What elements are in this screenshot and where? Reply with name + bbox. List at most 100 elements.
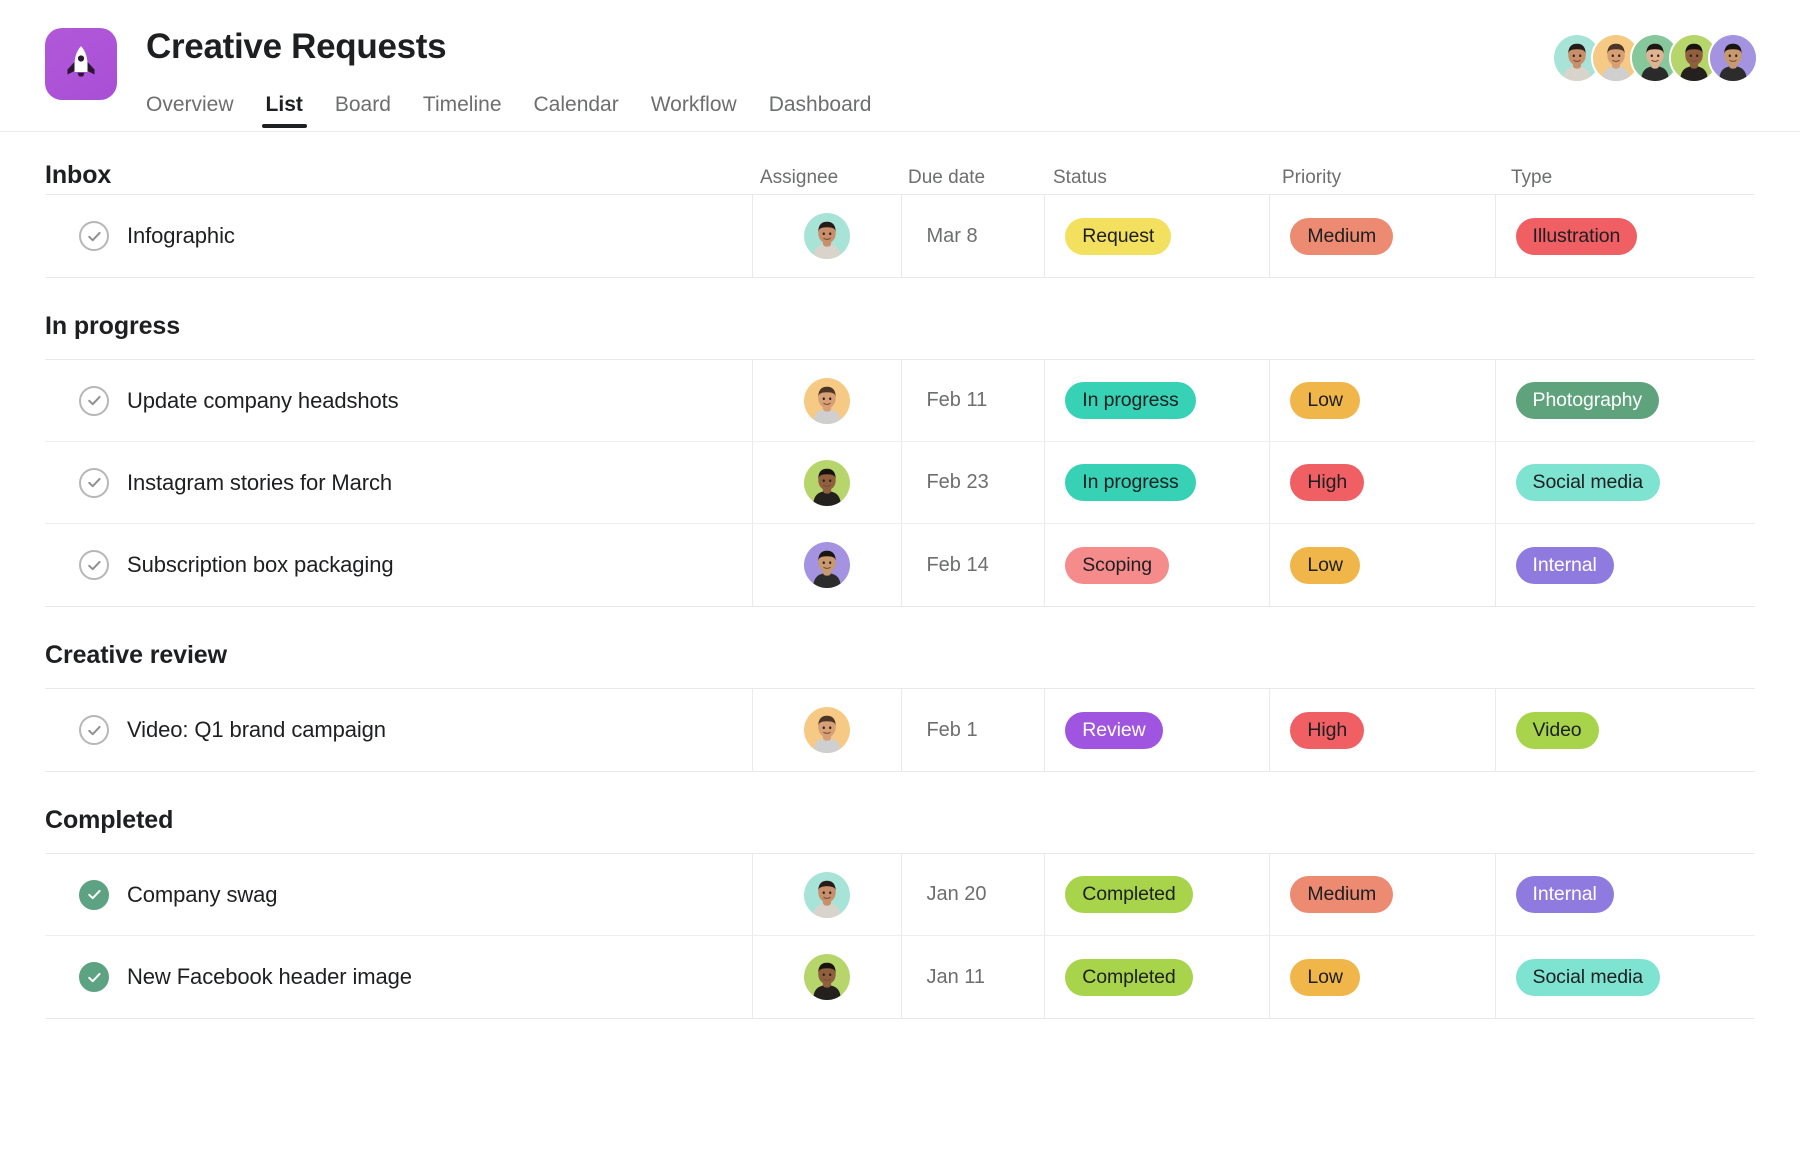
assignee-cell[interactable] [753,936,902,1018]
due-date-cell[interactable]: Feb 11 [902,360,1045,441]
avatar[interactable] [804,954,850,1000]
task-checkbox[interactable] [79,386,109,416]
project-logo[interactable] [45,28,117,100]
task-name[interactable]: Update company headshots [127,388,399,414]
priority-cell[interactable]: Medium [1270,195,1495,277]
priority-badge[interactable]: Low [1290,382,1359,419]
priority-badge[interactable]: High [1290,464,1364,501]
section-title[interactable]: In progress [45,278,1755,359]
task-checkbox-checked[interactable] [79,962,109,992]
due-date-cell[interactable]: Feb 23 [902,442,1045,523]
avatar[interactable] [804,213,850,259]
type-cell[interactable]: Internal [1496,854,1755,935]
task-checkbox[interactable] [79,550,109,580]
type-cell[interactable]: Video [1496,689,1755,771]
priority-cell[interactable]: Low [1270,524,1495,606]
status-badge[interactable]: Review [1065,712,1162,749]
table-row[interactable]: Update company headshots Feb 11 In progre… [45,360,1755,442]
due-date-cell[interactable]: Jan 11 [902,936,1045,1018]
task-cell[interactable]: Company swag [45,854,753,935]
status-badge[interactable]: Request [1065,218,1171,255]
type-badge[interactable]: Photography [1516,382,1659,419]
status-cell[interactable]: In progress [1045,442,1270,523]
type-badge[interactable]: Illustration [1516,218,1638,255]
task-name[interactable]: Infographic [127,223,235,249]
type-cell[interactable]: Social media [1496,442,1755,523]
task-name[interactable]: Video: Q1 brand campaign [127,717,386,743]
type-badge[interactable]: Internal [1516,876,1614,913]
priority-cell[interactable]: High [1270,442,1495,523]
type-badge[interactable]: Video [1516,712,1599,749]
tab-calendar[interactable]: Calendar [518,94,635,128]
column-header-type[interactable]: Type [1491,168,1755,190]
status-badge[interactable]: Scoping [1065,547,1169,584]
member-avatar-stack[interactable] [1552,33,1758,83]
priority-badge[interactable]: Medium [1290,218,1393,255]
table-row[interactable]: Instagram stories for March Feb 23 In pro… [45,442,1755,524]
task-name[interactable]: Company swag [127,882,277,908]
table-row[interactable]: Video: Q1 brand campaign Feb 1 Review High… [45,689,1755,771]
status-cell[interactable]: Review [1045,689,1270,771]
due-date-cell[interactable]: Mar 8 [902,195,1045,277]
type-badge[interactable]: Social media [1516,464,1660,501]
assignee-cell[interactable] [753,524,902,606]
table-row[interactable]: Infographic Mar 8 Request Medium Illustrati… [45,195,1755,277]
status-cell[interactable]: Scoping [1045,524,1270,606]
avatar[interactable] [1708,33,1758,83]
task-name[interactable]: Subscription box packaging [127,552,393,578]
priority-cell[interactable]: Medium [1270,854,1495,935]
tab-timeline[interactable]: Timeline [407,94,518,128]
assignee-cell[interactable] [753,195,902,277]
type-cell[interactable]: Photography [1496,360,1755,441]
type-cell[interactable]: Illustration [1496,195,1755,277]
task-cell[interactable]: Subscription box packaging [45,524,753,606]
table-row[interactable]: Company swag Jan 20 Completed Medium Intern… [45,854,1755,936]
section-title[interactable]: Creative review [45,607,1755,688]
task-cell[interactable]: Instagram stories for March [45,442,753,523]
task-checkbox[interactable] [79,221,109,251]
type-cell[interactable]: Social media [1496,936,1755,1018]
table-row[interactable]: Subscription box packaging Feb 14Scoping… [45,524,1755,606]
type-badge[interactable]: Social media [1516,959,1660,996]
section-title[interactable]: Completed [45,772,1755,853]
assignee-cell[interactable] [753,854,902,935]
avatar[interactable] [804,872,850,918]
table-row[interactable]: New Facebook header image Jan 11 Complete… [45,936,1755,1018]
status-badge[interactable]: Completed [1065,876,1192,913]
tab-workflow[interactable]: Workflow [635,94,753,128]
tab-board[interactable]: Board [319,94,407,128]
priority-badge[interactable]: Low [1290,547,1359,584]
type-badge[interactable]: Internal [1516,547,1614,584]
column-header-priority[interactable]: Priority [1262,168,1491,190]
task-name[interactable]: New Facebook header image [127,964,412,990]
column-header-due-date[interactable]: Due date [888,168,1033,190]
priority-cell[interactable]: Low [1270,936,1495,1018]
column-header-assignee[interactable]: Assignee [736,168,888,190]
assignee-cell[interactable] [753,689,902,771]
task-cell[interactable]: Update company headshots [45,360,753,441]
task-name[interactable]: Instagram stories for March [127,470,392,496]
avatar[interactable] [804,378,850,424]
status-cell[interactable]: Completed [1045,854,1270,935]
status-badge[interactable]: In progress [1065,382,1195,419]
due-date-cell[interactable]: Jan 20 [902,854,1045,935]
priority-cell[interactable]: High [1270,689,1495,771]
status-badge[interactable]: In progress [1065,464,1195,501]
type-cell[interactable]: Internal [1496,524,1755,606]
status-cell[interactable]: In progress [1045,360,1270,441]
status-badge[interactable]: Completed [1065,959,1192,996]
due-date-cell[interactable]: Feb 1 [902,689,1045,771]
section-title[interactable]: Inbox [45,163,111,190]
priority-badge[interactable]: Low [1290,959,1359,996]
task-checkbox-checked[interactable] [79,880,109,910]
priority-badge[interactable]: Medium [1290,876,1393,913]
priority-cell[interactable]: Low [1270,360,1495,441]
tab-list[interactable]: List [250,94,319,128]
task-checkbox[interactable] [79,468,109,498]
assignee-cell[interactable] [753,360,902,441]
task-cell[interactable]: Video: Q1 brand campaign [45,689,753,771]
task-cell[interactable]: New Facebook header image [45,936,753,1018]
avatar[interactable] [804,460,850,506]
task-cell[interactable]: Infographic [45,195,753,277]
status-cell[interactable]: Completed [1045,936,1270,1018]
